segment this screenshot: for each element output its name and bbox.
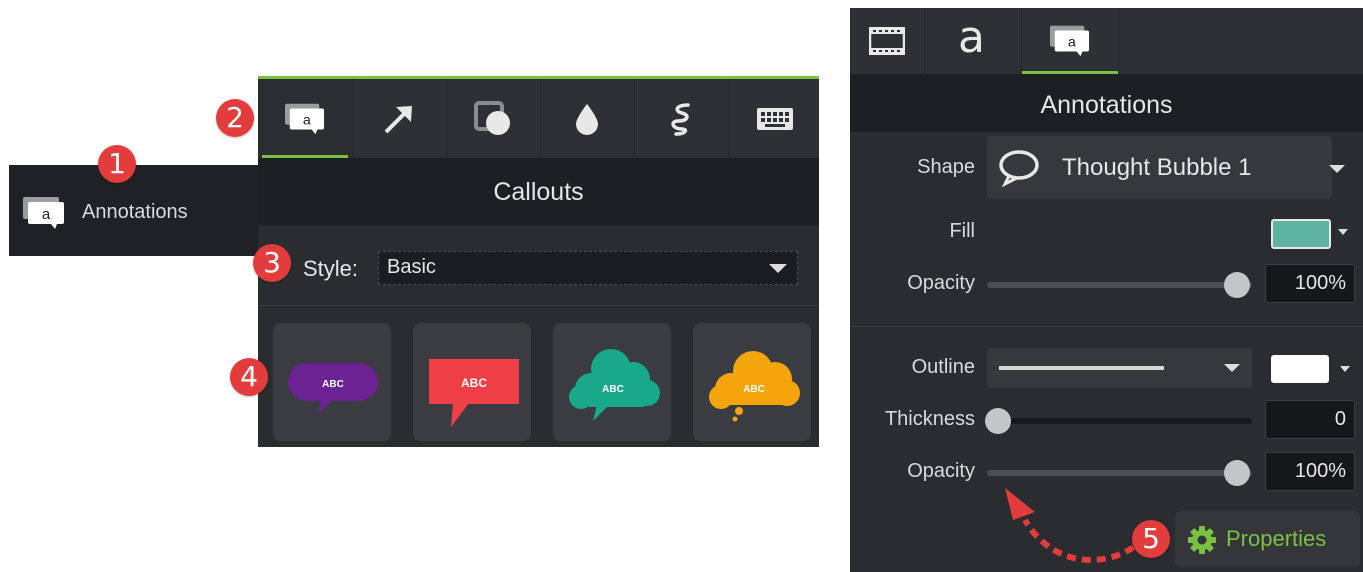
fill-label: Fill (949, 220, 975, 242)
callout-cloud[interactable]: ABC (553, 323, 671, 441)
annotations-sidebar-item[interactable]: a Annotations (9, 165, 258, 256)
callout-text: ABC (461, 376, 487, 390)
shape-dropdown[interactable]: Thought Bubble 1 (987, 136, 1345, 199)
thought-bubble-icon: ABC (709, 351, 800, 422)
outline-opacity-value: 100% (1294, 460, 1346, 482)
properties-tabs: a a (850, 8, 1363, 74)
outline-opacity-field[interactable]: 100% (1265, 452, 1355, 491)
properties-label: Properties (1226, 526, 1327, 551)
divider (850, 326, 1363, 327)
callouts-panel: a Callouts Style: Basic ABC ABC ABC ABC (258, 76, 819, 447)
tab-shapes[interactable] (446, 79, 541, 158)
tab-sketch-motion[interactable] (634, 79, 729, 158)
outline-color-swatch (1271, 355, 1329, 383)
blur-icon (576, 103, 598, 135)
tab-arrows[interactable] (352, 79, 447, 158)
step-badge-1: 1 (98, 145, 136, 183)
svg-text:a: a (42, 206, 51, 223)
shape-value: Thought Bubble 1 (1062, 154, 1252, 181)
tab-keystroke[interactable] (728, 79, 822, 158)
tab-text-properties[interactable]: a (925, 8, 1022, 74)
callout-text: ABC (743, 384, 765, 395)
thickness-value: 0 (1334, 408, 1346, 430)
outline-opacity-slider-handle[interactable] (1224, 460, 1250, 486)
chevron-down-icon (1340, 366, 1350, 372)
callouts-title: Callouts (493, 178, 584, 206)
chevron-down-icon (769, 264, 787, 273)
thickness-label: Thickness (884, 408, 975, 430)
outline-opacity-slider[interactable] (987, 460, 1252, 486)
tab-callouts[interactable]: a (258, 79, 353, 158)
annotations-title: Annotations (1040, 91, 1173, 119)
tab-visual-properties[interactable] (850, 8, 925, 74)
outline-opacity-label: Opacity (907, 460, 975, 482)
curved-arrow-annotation (1005, 488, 1148, 563)
gear-icon (1188, 526, 1216, 554)
step-badge-4: 4 (230, 358, 268, 396)
step-badge-2: 2 (216, 99, 254, 137)
style-row: Style: Basic (258, 225, 819, 305)
keyboard-icon (757, 107, 793, 130)
callout-text: ABC (322, 379, 344, 390)
arrow-icon (384, 105, 412, 133)
svg-text:a: a (303, 112, 311, 128)
svg-text:a: a (1068, 35, 1076, 51)
outline-color-picker[interactable] (1265, 349, 1353, 389)
fill-color-picker[interactable] (1265, 213, 1353, 253)
fill-color-swatch (1271, 219, 1331, 249)
callout-text: ABC (602, 384, 624, 395)
text-a-icon: a (958, 12, 985, 63)
style-value: Basic (387, 256, 436, 278)
opacity-label: Opacity (907, 272, 975, 294)
chevron-down-icon (1329, 165, 1345, 173)
cloud-callout-icon: ABC (569, 349, 660, 421)
annotations-header: Annotations (850, 74, 1363, 132)
thickness-field[interactable]: 0 (1265, 400, 1355, 439)
outline-line-preview (999, 366, 1164, 370)
divider (258, 305, 819, 306)
rectangle-callout-icon: ABC (429, 359, 519, 427)
callouts-header: Callouts (258, 158, 819, 225)
annotations-label: Annotations (82, 201, 188, 223)
fill-opacity-value: 100% (1294, 272, 1346, 294)
step-badge-3: 3 (253, 244, 291, 282)
properties-button[interactable]: Properties (1175, 511, 1360, 567)
fill-opacity-field[interactable]: 100% (1265, 264, 1355, 303)
callout-speech-bubble[interactable]: ABC (273, 323, 391, 441)
annotations-icon: a (1050, 25, 1090, 57)
annotations-icon: a (285, 103, 325, 134)
shape-label: Shape (917, 156, 975, 178)
outline-label: Outline (911, 356, 975, 378)
callout-rectangle[interactable]: ABC (413, 323, 531, 441)
film-icon (869, 27, 905, 55)
thickness-slider[interactable] (985, 408, 1252, 434)
step-badge-5: 5 (1132, 520, 1170, 558)
style-label: Style: (303, 256, 359, 281)
sketch-motion-icon (671, 102, 690, 136)
callout-thought-bubble[interactable]: ABC (693, 323, 811, 441)
tab-blur[interactable] (540, 79, 635, 158)
fill-opacity-slider-handle[interactable] (1224, 272, 1250, 298)
annotations-icon: a (23, 197, 64, 229)
speech-bubble-icon: ABC (288, 363, 378, 415)
thought-bubble-icon (999, 150, 1039, 188)
tab-annotation-properties[interactable]: a (1022, 8, 1119, 74)
annotation-type-tabs: a (258, 79, 819, 158)
thickness-slider-handle[interactable] (985, 408, 1011, 434)
shapes-icon (474, 100, 510, 135)
chevron-down-icon (1338, 229, 1348, 235)
fill-opacity-slider[interactable] (987, 272, 1252, 298)
style-dropdown[interactable]: Basic (378, 251, 798, 285)
chevron-down-icon (1224, 364, 1240, 372)
outline-style-dropdown[interactable] (987, 348, 1252, 388)
